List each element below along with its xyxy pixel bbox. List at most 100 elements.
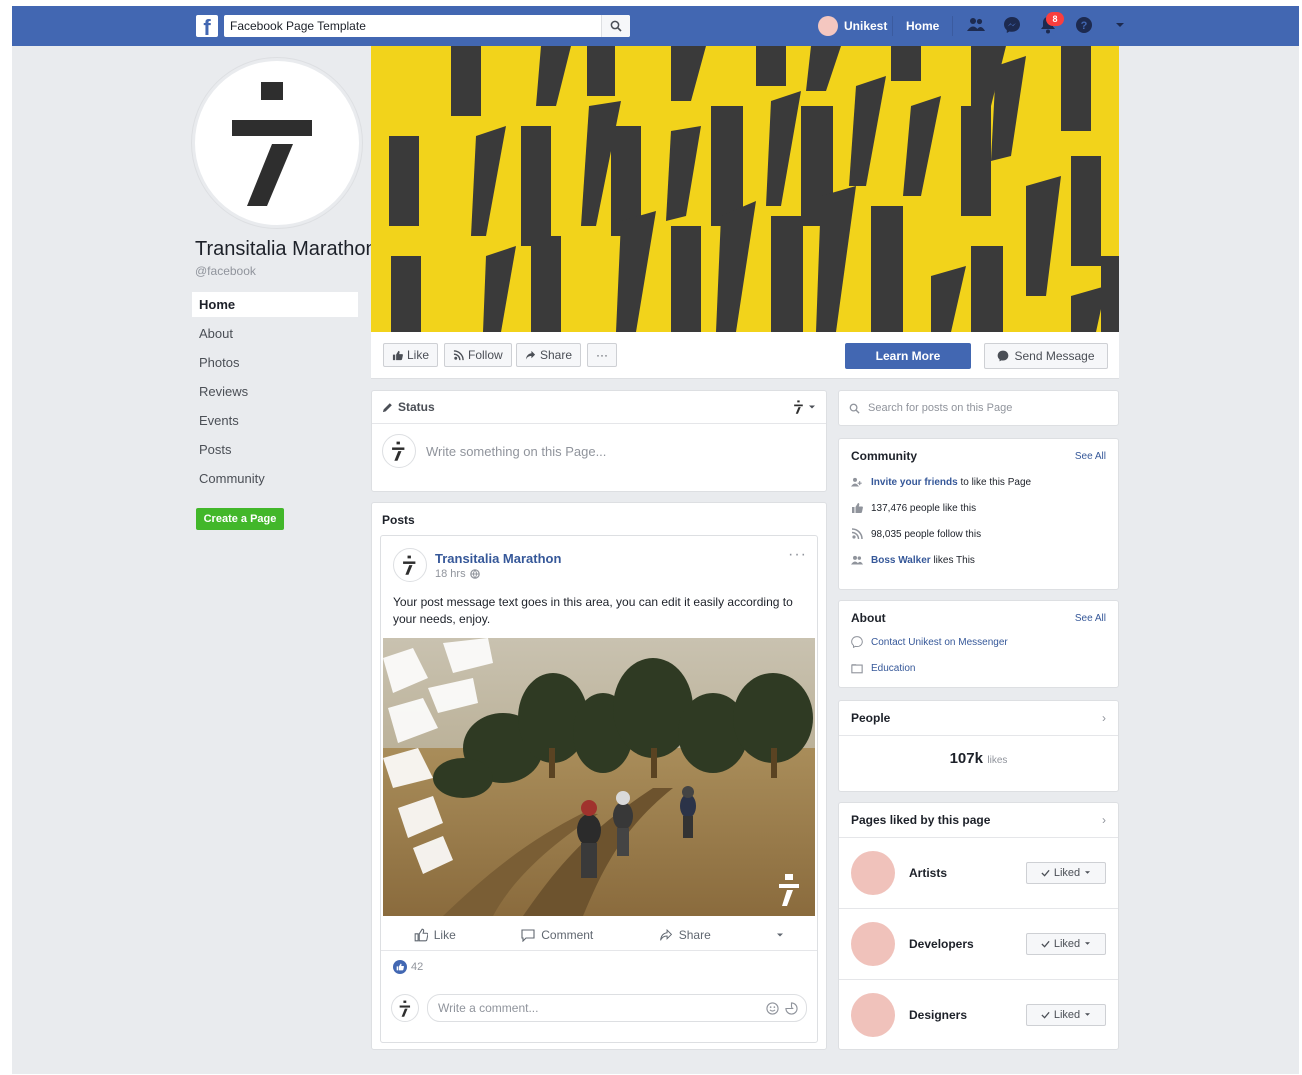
- thumbs-up-icon: [852, 503, 863, 513]
- invite-friends-row: Invite your friends to like this Page: [851, 469, 1106, 495]
- category-row: Education: [851, 655, 1106, 681]
- comment-input[interactable]: Write a comment...: [427, 994, 807, 1022]
- messenger-icon: [998, 350, 1009, 362]
- post-author-link[interactable]: Transitalia Marathon: [435, 551, 561, 566]
- nav-item-home[interactable]: Home: [192, 292, 358, 317]
- people-chevron-right-icon[interactable]: ›: [1102, 711, 1106, 725]
- like-page-button[interactable]: Like: [383, 343, 439, 367]
- cover-pattern-image: [371, 46, 1119, 332]
- nav-home-link[interactable]: Home: [906, 19, 939, 33]
- liked-page-avatar[interactable]: [851, 992, 895, 1037]
- post-as-selector[interactable]: [793, 400, 816, 414]
- user-avatar: [818, 16, 838, 36]
- invite-friends-link[interactable]: Invite your friends: [871, 477, 958, 488]
- comment-icon: [521, 928, 535, 942]
- account-menu-caret-icon[interactable]: [1110, 15, 1130, 35]
- cover-photo[interactable]: [371, 46, 1119, 332]
- page-handle[interactable]: @facebook: [195, 264, 256, 278]
- status-tab[interactable]: Status: [382, 400, 435, 414]
- search-input[interactable]: Facebook Page Template: [224, 15, 630, 37]
- contact-messenger-link[interactable]: Contact Unikest on Messenger: [871, 637, 1008, 648]
- page-avatar: [382, 434, 416, 468]
- create-page-button[interactable]: Create a Page: [196, 508, 284, 530]
- post-timestamp[interactable]: 18 hrs: [435, 568, 561, 580]
- search-icon: [610, 20, 622, 32]
- nav-item-about[interactable]: About: [192, 321, 358, 346]
- pages-liked-chevron-right-icon[interactable]: ›: [1102, 813, 1106, 827]
- liked-page-button[interactable]: Liked: [1026, 1003, 1106, 1026]
- posts-title: Posts: [382, 513, 415, 527]
- help-icon[interactable]: ?: [1074, 15, 1094, 35]
- share-page-button[interactable]: Share: [516, 343, 582, 367]
- profile-picture[interactable]: [192, 58, 362, 228]
- nav-divider: [892, 16, 893, 36]
- post-photo[interactable]: [383, 638, 815, 916]
- follows-count-text: 98,035 people follow this: [871, 528, 982, 540]
- nav-item-events[interactable]: Events: [192, 408, 358, 433]
- commenter-avatar: [391, 994, 419, 1022]
- follow-icon: [453, 349, 464, 360]
- community-card: Community See All Invite your friends to…: [838, 438, 1119, 590]
- search-icon: [849, 403, 860, 414]
- motocross-photo-image: [383, 638, 815, 916]
- post-like-button[interactable]: Like: [414, 928, 456, 942]
- nav-item-posts[interactable]: Posts: [192, 437, 358, 462]
- page-name: Transitalia Marathon: [195, 238, 377, 260]
- post-comment-button[interactable]: Comment: [521, 928, 593, 942]
- facebook-logo-icon[interactable]: f: [196, 15, 218, 37]
- share-page-label: Share: [540, 348, 573, 362]
- notifications-icon[interactable]: 8: [1038, 12, 1064, 35]
- status-tab-label: Status: [398, 400, 435, 414]
- thumbs-up-icon: [414, 928, 428, 942]
- liked-page-avatar[interactable]: [851, 850, 895, 895]
- composer-body[interactable]: Write something on this Page...: [372, 424, 826, 478]
- liked-page-row: Developers Liked: [839, 908, 1118, 978]
- friend-name-link[interactable]: Boss Walker: [871, 555, 931, 566]
- friends-icon: [851, 555, 863, 564]
- community-see-all-link[interactable]: See All: [1075, 451, 1106, 462]
- liked-button-label: Liked: [1053, 1008, 1081, 1021]
- nav-item-community[interactable]: Community: [192, 466, 358, 491]
- post-audience-dropdown[interactable]: [776, 932, 784, 938]
- liked-page-avatar[interactable]: [851, 921, 895, 966]
- send-message-button[interactable]: Send Message: [984, 343, 1108, 369]
- messenger-icon[interactable]: [1002, 15, 1022, 35]
- post-message: Your post message text goes in this area…: [393, 595, 793, 626]
- liked-page-name[interactable]: Artists: [909, 866, 1026, 880]
- sticker-icon[interactable]: [785, 1001, 798, 1015]
- friend-requests-icon[interactable]: [966, 15, 986, 35]
- post-like-label: Like: [433, 928, 456, 942]
- about-see-all-link[interactable]: See All: [1075, 613, 1106, 624]
- nav-user-profile[interactable]: Unikest: [818, 16, 887, 36]
- checkmark-icon: [1041, 940, 1050, 948]
- page-search-placeholder: Search for posts on this Page: [868, 402, 1013, 414]
- liked-page-name[interactable]: Designers: [909, 1008, 1026, 1022]
- post-options-icon[interactable]: ···: [788, 546, 807, 564]
- nav-item-reviews[interactable]: Reviews: [192, 379, 358, 404]
- liked-page-button[interactable]: Liked: [1026, 861, 1106, 884]
- nav-item-photos[interactable]: Photos: [192, 350, 358, 375]
- likes-count-text: 137,476 people like this: [871, 502, 977, 514]
- svg-text:?: ?: [1081, 20, 1088, 32]
- post-share-button[interactable]: Share: [659, 928, 711, 942]
- post-reactions[interactable]: 42: [393, 960, 423, 974]
- page-search-input[interactable]: Search for posts on this Page: [838, 390, 1119, 426]
- more-options-button[interactable]: ···: [587, 343, 617, 367]
- liked-page-name[interactable]: Developers: [909, 937, 1026, 951]
- follow-page-button[interactable]: Follow: [444, 343, 512, 367]
- invite-friends-text: to like this Page: [960, 476, 1032, 488]
- post-author-avatar[interactable]: [393, 548, 427, 582]
- search-button[interactable]: [601, 15, 630, 37]
- page-logo-icon: [399, 1000, 410, 1017]
- follow-icon: [851, 528, 863, 540]
- follows-count-row: 98,035 people follow this: [851, 521, 1106, 547]
- checkmark-icon: [1041, 1011, 1050, 1019]
- people-card: People › 107k likes: [838, 700, 1119, 792]
- liked-page-button[interactable]: Liked: [1026, 932, 1106, 955]
- chevron-down-icon: [1085, 942, 1091, 945]
- learn-more-button[interactable]: Learn More: [845, 343, 971, 369]
- send-message-label: Send Message: [1014, 349, 1095, 363]
- category-link[interactable]: Education: [871, 663, 915, 674]
- people-count-label: likes: [987, 755, 1008, 766]
- emoji-icon[interactable]: [766, 1001, 779, 1015]
